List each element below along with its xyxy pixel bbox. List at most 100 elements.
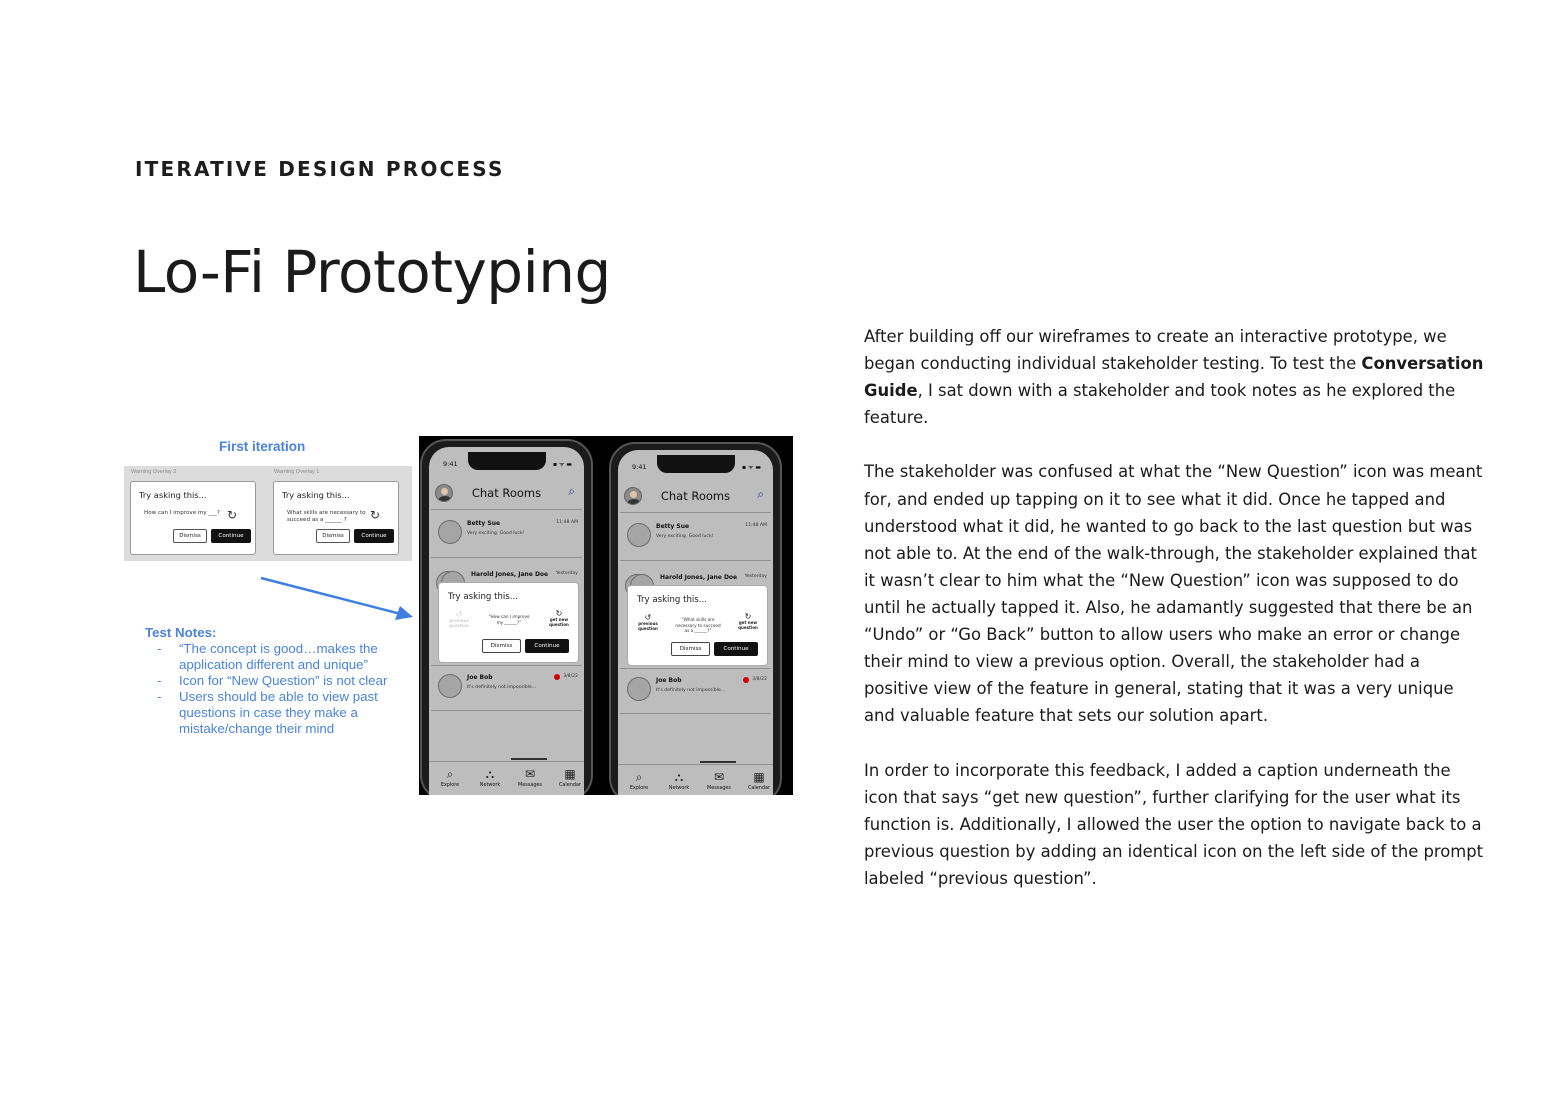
divider <box>620 560 771 561</box>
chat-name: Joe Bob <box>467 674 493 681</box>
search-icon[interactable]: ⌕ <box>757 487 764 502</box>
body-text: After building off our wireframes to cre… <box>864 323 1484 919</box>
new-question-button[interactable]: ↻ get new question <box>735 612 761 631</box>
network-icon: ⛬ <box>485 767 495 781</box>
tab-explore[interactable]: ⌕ Explore <box>431 767 469 788</box>
first-iteration-label: First iteration <box>219 439 306 454</box>
search-icon: ⌕ <box>446 767 454 781</box>
overlay-tag: Warning Overlay 1 <box>274 469 320 475</box>
unread-badge <box>743 677 749 683</box>
tab-calendar[interactable]: ▦ Calendar <box>740 770 773 791</box>
prompt-question: “How can I improve my ______?” <box>488 614 530 625</box>
note-text: “The concept is good…makes the applicati… <box>179 641 378 672</box>
tab-label: Messages <box>707 785 731 791</box>
list-item[interactable]: Joe Bob It's definitely not impossible..… <box>618 671 773 711</box>
continue-button[interactable]: Continue <box>354 529 394 543</box>
tab-label: Explore <box>440 782 460 788</box>
tab-label: Calendar <box>559 782 581 788</box>
tab-calendar[interactable]: ▦ Calendar <box>551 767 584 788</box>
divider <box>431 665 582 666</box>
chat-name: Harold Jones, Jane Doe <box>471 571 549 578</box>
list-item: - Users should be able to view past quest… <box>157 689 378 736</box>
chat-time: 3/8/22 <box>563 674 578 679</box>
calendar-icon: ▦ <box>753 770 765 784</box>
overlay-card: Try asking this... How can I improve my … <box>130 481 256 555</box>
tab-messages[interactable]: ✉ Messages <box>511 767 549 788</box>
network-icon: ⛬ <box>674 770 684 784</box>
chat-preview: Very exciting. Good luck! <box>656 534 714 539</box>
calendar-icon: ▦ <box>564 767 576 781</box>
divider <box>620 668 771 669</box>
new-question-button[interactable]: ↻ get new question <box>546 609 572 628</box>
list-item[interactable]: Betty Sue Very exciting. Good luck! 11:4… <box>429 514 584 554</box>
paragraph-1-part-a: After building off our wireframes to cre… <box>864 327 1447 374</box>
status-time: 9:41 <box>632 463 647 471</box>
overlay-title: Try asking this... <box>282 490 350 500</box>
messages-icon: ✉ <box>713 770 725 784</box>
divider <box>618 764 773 765</box>
list-item[interactable]: Betty Sue Very exciting. Good luck! 11:4… <box>618 517 773 557</box>
chat-time: 3/8/22 <box>752 677 767 682</box>
continue-button[interactable]: Continue <box>714 642 758 656</box>
search-icon[interactable]: ⌕ <box>568 484 575 499</box>
avatar <box>438 674 462 698</box>
chat-time: 11:48 AM <box>745 523 767 528</box>
dismiss-button[interactable]: Dismiss <box>316 529 350 543</box>
chat-preview: Very exciting. Good luck! <box>467 531 525 536</box>
phone-mockup-2: 9:41 ▪ ᯤ ▬ Chat Rooms ⌕ Betty Sue Very e… <box>609 442 782 795</box>
previous-question-button[interactable]: ↺ previous question <box>447 610 471 629</box>
continue-button[interactable]: Continue <box>211 529 251 543</box>
dismiss-button[interactable]: Dismiss <box>671 642 710 656</box>
conversation-prompt: Try asking this... ↺ previous question “W… <box>628 586 767 665</box>
list-item: - Icon for “New Question” is not clear <box>157 673 388 688</box>
divider <box>620 713 771 714</box>
prompt-title: Try asking this... <box>448 592 518 602</box>
overlay-card: Try asking this... What skills are neces… <box>273 481 399 555</box>
continue-button[interactable]: Continue <box>525 639 569 653</box>
new-question-label: get new question <box>549 617 569 627</box>
tab-label: Explore <box>629 785 649 791</box>
dismiss-button[interactable]: Dismiss <box>482 639 521 653</box>
dismiss-button[interactable]: Dismiss <box>173 529 207 543</box>
paragraph-1: After building off our wireframes to cre… <box>864 323 1484 431</box>
chat-time: Yesterday <box>555 571 578 576</box>
divider <box>431 710 582 711</box>
paragraph-1-part-b: , I sat down with a stakeholder and took… <box>864 381 1456 428</box>
phone-mockups: 9:41 ▪ ᯤ ▬ Chat Rooms ⌕ Betty Sue Very e… <box>419 436 793 795</box>
conversation-prompt: Try asking this... ↺ previous question “H… <box>439 583 578 662</box>
tab-explore[interactable]: ⌕ Explore <box>620 770 658 791</box>
phone-mockup-1: 9:41 ▪ ᯤ ▬ Chat Rooms ⌕ Betty Sue Very e… <box>420 439 593 795</box>
previous-question-label: previous question <box>638 621 658 631</box>
chat-name: Betty Sue <box>656 523 690 530</box>
tab-label: Calendar <box>748 785 770 791</box>
tab-messages[interactable]: ✉ Messages <box>700 770 738 791</box>
chat-preview: It's definitely not impossible... <box>467 685 537 690</box>
new-question-label: get new question <box>738 620 758 630</box>
messages-icon: ✉ <box>524 767 536 781</box>
active-tab-indicator <box>700 761 736 763</box>
overlay-title: Try asking this... <box>139 490 207 500</box>
divider <box>431 509 582 510</box>
arrow-icon <box>260 576 413 620</box>
first-iteration-overlays: Warning Overlay 2 Try asking this... How… <box>124 466 412 561</box>
list-item[interactable]: Joe Bob It's definitely not impossible..… <box>429 668 584 708</box>
tab-network[interactable]: ⛬ Network <box>471 767 509 788</box>
screen-title: Chat Rooms <box>660 489 731 503</box>
chat-time: 11:48 AM <box>556 520 578 525</box>
phone-notch <box>656 455 735 473</box>
previous-question-button[interactable]: ↺ previous question <box>636 613 660 632</box>
section-eyebrow: ITERATIVE DESIGN PROCESS <box>135 157 505 181</box>
tab-network[interactable]: ⛬ Network <box>660 770 698 791</box>
divider <box>620 512 771 513</box>
divider <box>429 761 584 762</box>
status-time: 9:41 <box>443 460 458 468</box>
prompt-title: Try asking this... <box>637 595 707 605</box>
phone-notch <box>467 452 546 470</box>
avatar <box>627 523 651 547</box>
list-item: - “The concept is good…makes the applicat… <box>157 641 378 672</box>
chat-name: Joe Bob <box>656 677 682 684</box>
test-notes: Test Notes: - “The concept is good…makes … <box>145 625 390 737</box>
unread-badge <box>554 674 560 680</box>
test-notes-heading: Test Notes: <box>145 625 217 640</box>
refresh-icon: ↻ <box>369 508 380 522</box>
